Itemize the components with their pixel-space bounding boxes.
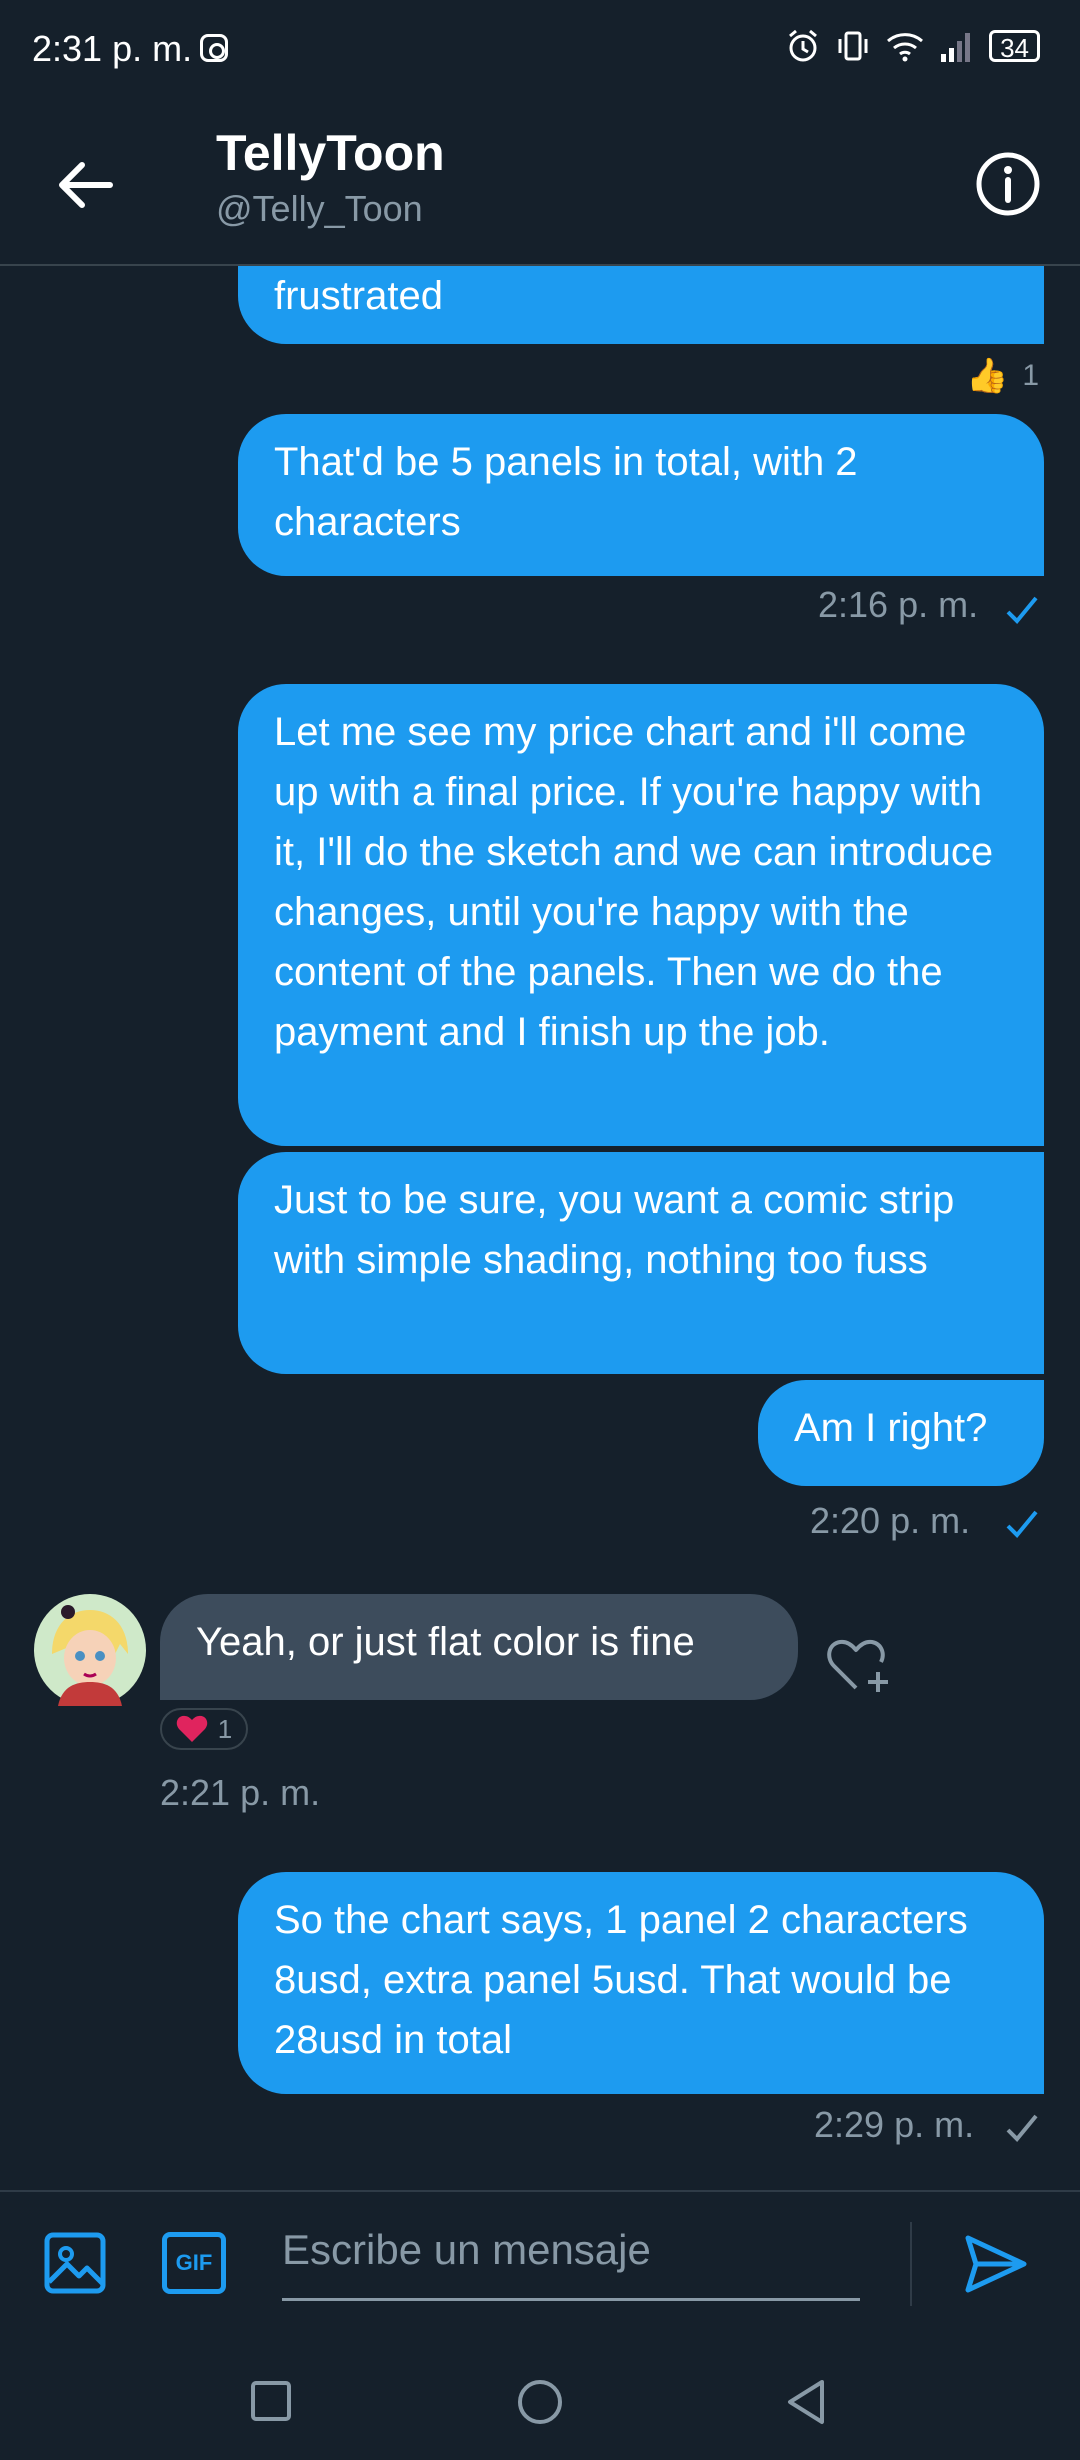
home-icon[interactable] (516, 2378, 564, 2426)
conversation-handle[interactable]: @Telly_Toon (216, 188, 423, 230)
outgoing-message[interactable]: frustrated (238, 266, 1044, 344)
outgoing-message[interactable]: Just to be sure, you want a comic strip … (238, 1152, 1044, 1374)
message-timestamp: 2:21 p. m. (160, 1772, 321, 1813)
image-icon[interactable] (44, 2232, 106, 2294)
input-underline (282, 2298, 860, 2301)
vibrate-icon (838, 31, 868, 61)
back-arrow-icon[interactable] (50, 150, 120, 220)
message-input[interactable]: Escribe un mensaje (282, 2226, 651, 2274)
incoming-message[interactable]: Yeah, or just flat color is fine (160, 1594, 798, 1700)
outgoing-message[interactable]: That'd be 5 panels in total, with 2 char… (238, 414, 1044, 576)
outgoing-message[interactable]: So the chart says, 1 panel 2 characters … (238, 1872, 1044, 2094)
message-text: That'd be 5 panels in total, with 2 char… (274, 440, 858, 544)
read-check-icon (1006, 596, 1038, 624)
alarm-icon (789, 29, 818, 62)
reaction-chip[interactable]: 1 (160, 1708, 248, 1750)
battery-indicator: 34 (989, 30, 1040, 63)
sent-check-icon (1006, 2114, 1038, 2142)
reaction-count: 1 (1022, 359, 1040, 392)
message-text: So the chart says, 1 panel 2 characters … (274, 1898, 968, 2062)
read-check-icon (1006, 1510, 1038, 1538)
outgoing-message[interactable]: Let me see my price chart and i'll come … (238, 684, 1044, 1146)
status-time: 2:31 p. m. (32, 28, 193, 69)
outgoing-message[interactable]: Am I right? (758, 1380, 1044, 1486)
message-text: Just to be sure, you want a comic strip … (274, 1178, 955, 1282)
reaction-count: 1 (217, 1713, 233, 1744)
instagram-icon (200, 34, 228, 62)
heart-icon (176, 1715, 207, 1742)
avatar[interactable] (34, 1594, 146, 1706)
gif-button[interactable]: GIF (162, 2232, 226, 2294)
signal-icon (941, 33, 971, 62)
composer-divider (910, 2222, 912, 2306)
conversation-header (0, 100, 1080, 266)
message-text: frustrated (274, 274, 443, 318)
message-timestamp: 2:29 p. m. (814, 2104, 975, 2145)
message-text: Am I right? (794, 1406, 988, 1450)
back-nav-icon[interactable] (784, 2378, 828, 2426)
recent-apps-icon[interactable] (250, 2380, 292, 2422)
message-timestamp: 2:20 p. m. (810, 1500, 971, 1541)
message-text: Yeah, or just flat color is fine (196, 1620, 695, 1664)
wifi-icon (887, 33, 924, 62)
conversation-title[interactable]: TellyToon (216, 124, 445, 182)
gif-label: GIF (175, 2250, 213, 2275)
info-icon[interactable] (974, 150, 1042, 218)
send-icon[interactable] (964, 2234, 1028, 2294)
reaction-chip[interactable]: 👍 1 (966, 356, 1039, 396)
thumbs-up-icon: 👍 (966, 357, 1009, 395)
message-timestamp: 2:16 p. m. (818, 584, 979, 625)
add-reaction-icon[interactable] (826, 1636, 894, 1696)
status-icons: 34 (785, 28, 1040, 64)
message-text: Let me see my price chart and i'll come … (274, 710, 994, 1054)
